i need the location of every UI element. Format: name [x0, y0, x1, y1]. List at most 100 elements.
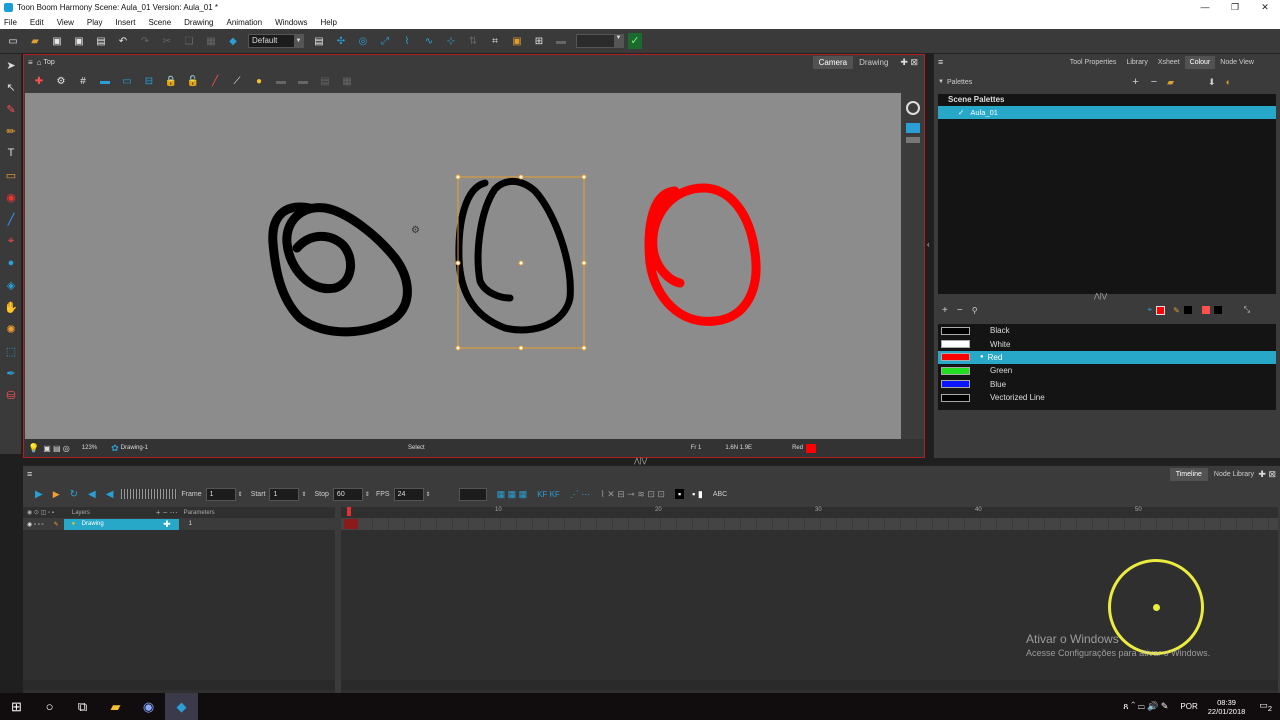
tray-icons[interactable]: ጸ ⌃ ▭ 🔊 ✎	[1123, 701, 1168, 712]
close-icon[interactable]: ✕	[1250, 0, 1280, 15]
view-mode-icon[interactable]: ▣ ▤ ◎	[43, 444, 70, 453]
colour-row-blue[interactable]: Blue	[938, 378, 1276, 391]
loop-icon[interactable]: ↻	[70, 489, 78, 500]
palette-item-aula01[interactable]: ✓ Aula_01	[938, 106, 1276, 119]
field-chart-icon[interactable]: ⊟	[142, 75, 156, 87]
tab-library[interactable]: Library	[1121, 56, 1152, 69]
menu-help[interactable]: Help	[321, 18, 337, 27]
stepper-icon[interactable]: ⇕	[301, 491, 306, 498]
bulb-icon[interactable]: 💡	[28, 443, 39, 454]
lock-all-icon[interactable]: 🔓	[186, 75, 200, 87]
save-all-icon[interactable]: ▣	[72, 35, 86, 47]
add-param-icon[interactable]: ✚	[163, 519, 171, 530]
fps-field[interactable]: 24	[393, 487, 424, 501]
line-tool-icon[interactable]: ╱	[0, 208, 22, 230]
add-drawing-icon[interactable]: ✚	[32, 75, 46, 87]
eye-icon[interactable]	[906, 137, 920, 143]
menu-scene[interactable]: Scene	[148, 18, 171, 27]
current-colour-chip[interactable]	[1156, 305, 1166, 315]
search-icon[interactable]: ○	[33, 693, 66, 720]
notification-icon[interactable]: ▭2	[1259, 700, 1272, 713]
onion-skin-icon[interactable]: ◎	[356, 35, 370, 47]
menu-edit[interactable]: Edit	[30, 18, 44, 27]
pen-tool-icon[interactable]: ✒	[0, 362, 22, 384]
stamp-tool-icon[interactable]: ◈	[0, 274, 22, 296]
abc-icon[interactable]: ABC	[713, 491, 727, 498]
add-palette-icon[interactable]: +	[1132, 76, 1138, 88]
cut-icon[interactable]: ✂	[160, 35, 174, 47]
eraser-tool-icon[interactable]: ▭	[0, 164, 22, 186]
workspace-dropdown[interactable]: Default ▼	[248, 34, 304, 48]
harmony-stage-icon[interactable]: ✓	[628, 33, 642, 49]
file-explorer-icon[interactable]: ▰	[99, 693, 132, 720]
tab-timeline[interactable]: Timeline	[1169, 467, 1208, 481]
home-icon[interactable]: ⌂	[37, 58, 42, 67]
stroke-tool-icon[interactable]: ⛁	[0, 384, 22, 406]
redo-icon[interactable]: ↷	[138, 35, 152, 47]
brush-tool-icon[interactable]: ✎	[0, 98, 22, 120]
colour-row-vectorized-line[interactable]: Vectorized Line	[938, 391, 1276, 404]
import-icon[interactable]: ▤	[94, 35, 108, 47]
smooth-icon[interactable]: ∿	[422, 35, 436, 47]
minimize-icon[interactable]: —	[1190, 0, 1220, 15]
menu-animation[interactable]: Animation	[227, 18, 263, 27]
secondary-chip[interactable]	[1213, 306, 1222, 314]
colour-row-white[interactable]: White	[938, 337, 1276, 350]
kf-icon[interactable]: KF KF	[537, 490, 560, 499]
grid-icon[interactable]: #	[76, 75, 90, 87]
collapse-arrow-icon[interactable]: ‹	[927, 240, 930, 249]
rotate-view-icon[interactable]	[906, 101, 920, 115]
tab-colour[interactable]: Colour	[1184, 55, 1216, 69]
tab-xsheet[interactable]: Xsheet	[1153, 56, 1185, 69]
layer-toggle-icons[interactable]: ◉ ⊙ ◫ ▫ ▪	[27, 509, 54, 516]
add-view-icon[interactable]: ✚ ⊠	[900, 57, 918, 68]
hand-tool-icon[interactable]: ✋	[0, 296, 22, 318]
language-indicator[interactable]: POR	[1180, 702, 1197, 711]
keyframe-tool-icon[interactable]: ▦ ▦ ▦	[497, 489, 528, 500]
frame-row[interactable]	[341, 518, 1278, 530]
stepper-icon[interactable]: ⇕	[426, 491, 431, 498]
play-icon[interactable]: ▶	[35, 489, 43, 500]
contour-editor-icon[interactable]: ↖	[0, 76, 22, 98]
start-field[interactable]: 1	[269, 487, 300, 501]
folder-icon[interactable]: ▰	[1167, 77, 1174, 88]
layers-view-icon[interactable]	[906, 123, 920, 133]
tab-node-view[interactable]: Node View	[1215, 56, 1259, 69]
harmony-taskbar-icon[interactable]: ◆	[165, 693, 198, 720]
layers-scrollbar[interactable]	[23, 680, 335, 690]
save-icon[interactable]: ▣	[50, 35, 64, 47]
dropper-tool-icon[interactable]: ⌖	[0, 230, 22, 252]
stepper-icon[interactable]: ⇕	[238, 491, 243, 498]
task-view-icon[interactable]: ⧉	[66, 693, 99, 720]
flip-icon[interactable]: ⇅	[466, 35, 480, 47]
copy-icon[interactable]: ❏	[182, 35, 196, 47]
light-table-icon[interactable]: ●	[252, 75, 266, 87]
menu-insert[interactable]: Insert	[115, 18, 135, 27]
dropper-icon[interactable]: ⌖	[1148, 305, 1153, 315]
maximize-icon[interactable]: ❐	[1220, 0, 1250, 15]
stop-motion-icon[interactable]: ⌇ ✕ ⊟ ⊸ ≋ ⊡ ⊡	[600, 489, 665, 500]
paste-icon[interactable]: ▦	[204, 35, 218, 47]
shift-trace-icon[interactable]: ▬	[274, 75, 288, 87]
tab-node-library[interactable]: Node Library	[1208, 468, 1260, 481]
ink-tool-icon[interactable]: ●	[0, 252, 22, 274]
current-drawing[interactable]: Drawing-1	[121, 445, 148, 451]
layer-visibility-icons[interactable]: ◉ ▫ ▫ ▫	[27, 521, 44, 528]
select-tool-icon[interactable]: ➤	[0, 54, 22, 76]
preview-icon[interactable]: ▦	[340, 75, 354, 87]
safe-area-icon[interactable]: ▭	[120, 75, 134, 87]
settings-icon[interactable]: ⚙	[54, 75, 68, 87]
layer-name-cell[interactable]: ● Drawing ✚	[63, 518, 179, 530]
pencil-icon[interactable]: ✎	[1173, 306, 1180, 315]
black-chip[interactable]	[1183, 306, 1192, 314]
motion-icon[interactable]: ⋰ ⋯	[570, 489, 591, 500]
add-colour-icon[interactable]: +	[942, 305, 948, 316]
remove-colour-icon[interactable]: −	[957, 305, 963, 316]
sound-scrub-icon[interactable]: ◀	[106, 489, 114, 500]
pivot-icon[interactable]: ⊹	[444, 35, 458, 47]
texture-icon[interactable]: ⚲	[972, 306, 978, 315]
lock-icon[interactable]: 🔒	[164, 75, 178, 87]
pen-icon[interactable]: ╱	[208, 75, 222, 87]
download-icon[interactable]: ⬇	[1208, 77, 1216, 88]
rotate-tool-icon[interactable]: ✺	[0, 318, 22, 340]
